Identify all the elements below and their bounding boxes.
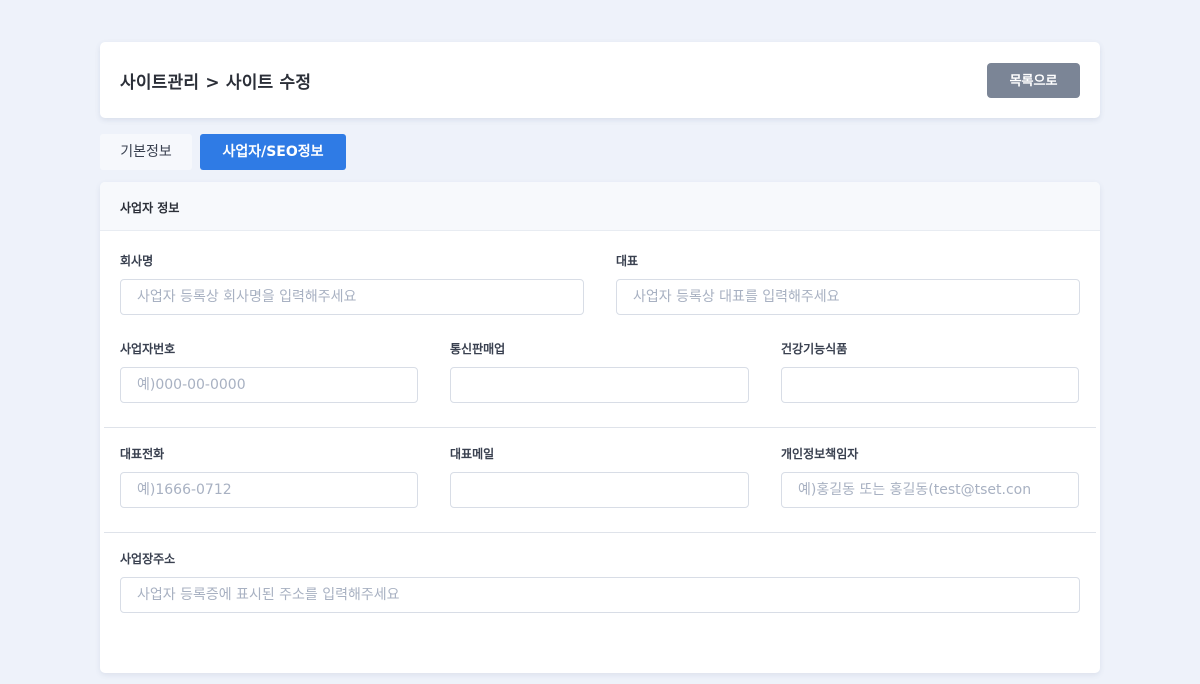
section-title: 사업자 정보 <box>120 201 180 215</box>
privacy-officer-input[interactable] <box>781 472 1079 508</box>
business-info-form: 사업자 정보 회사명 대표 사업자번호 통신판매업 건강기능식품 대표전화 대표… <box>100 182 1100 673</box>
ceo-input[interactable] <box>616 279 1080 315</box>
address-input[interactable] <box>120 577 1080 613</box>
page-header: 사이트관리 > 사이트 수정 목록으로 <box>100 42 1100 118</box>
back-to-list-button[interactable]: 목록으로 <box>987 63 1080 98</box>
page-title: 사이트관리 > 사이트 수정 <box>120 73 312 93</box>
email-label: 대표메일 <box>450 447 495 461</box>
divider <box>104 532 1096 533</box>
mail-order-label: 통신판매업 <box>450 342 506 356</box>
company-name-input[interactable] <box>120 279 584 315</box>
address-label: 사업장주소 <box>120 552 176 566</box>
mail-order-input[interactable] <box>450 367 749 403</box>
company-name-label: 회사명 <box>120 254 154 268</box>
ceo-label: 대표 <box>616 254 639 268</box>
tab-business-seo-info[interactable]: 사업자/SEO정보 <box>200 134 346 170</box>
tab-basic-info[interactable]: 기본정보 <box>100 134 192 170</box>
health-food-label: 건강기능식품 <box>781 342 848 356</box>
health-food-input[interactable] <box>781 367 1079 403</box>
phone-label: 대표전화 <box>120 447 165 461</box>
business-number-label: 사업자번호 <box>120 342 176 356</box>
privacy-officer-label: 개인정보책임자 <box>781 447 859 461</box>
business-number-input[interactable] <box>120 367 418 403</box>
phone-input[interactable] <box>120 472 418 508</box>
divider <box>104 427 1096 428</box>
email-input[interactable] <box>450 472 749 508</box>
section-header: 사업자 정보 <box>100 182 1100 231</box>
